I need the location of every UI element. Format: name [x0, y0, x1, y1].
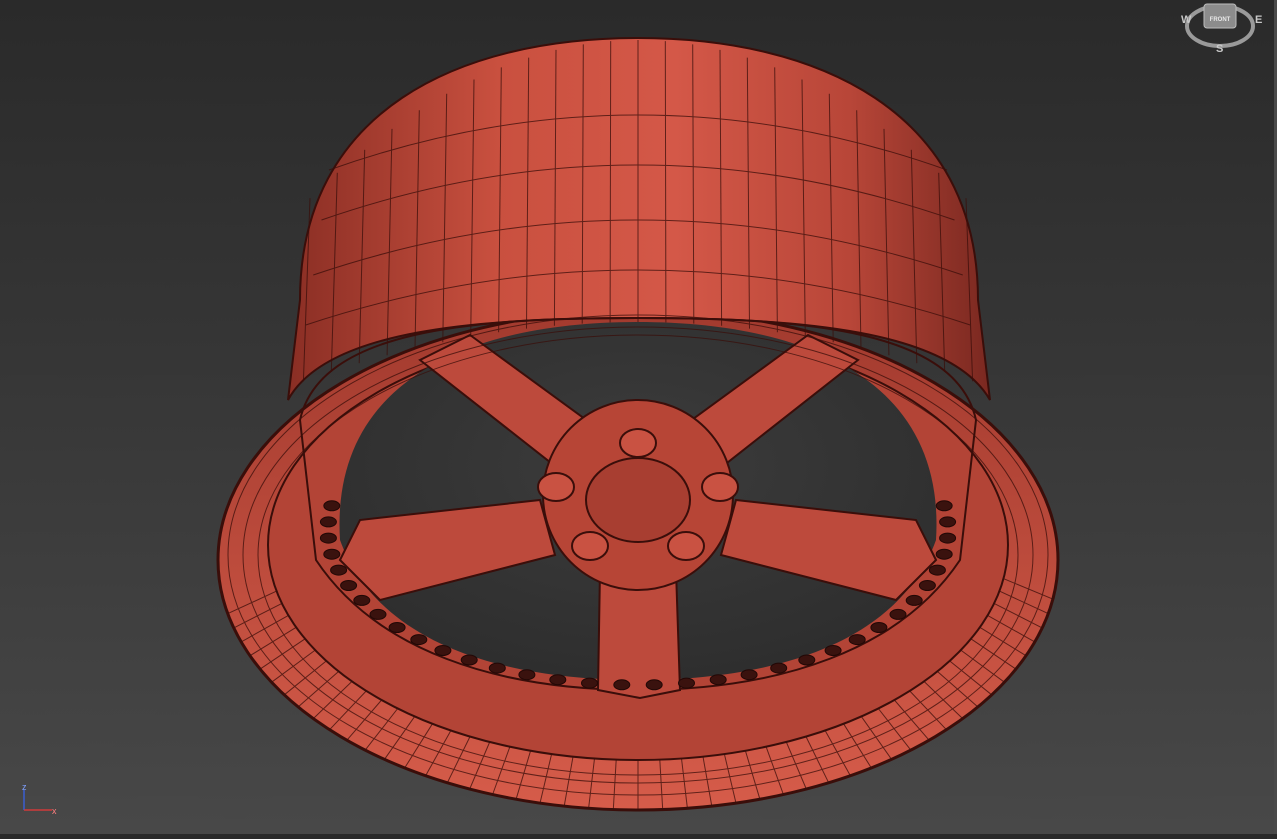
lip-bolt	[928, 564, 946, 576]
lip-bolt	[319, 532, 337, 544]
lug-nut	[571, 531, 609, 561]
lip-bolt	[460, 654, 478, 666]
lip-bolt	[939, 532, 957, 544]
lip-bolt	[323, 548, 341, 560]
lip-bolt	[369, 608, 387, 620]
3d-viewport[interactable]	[0, 0, 1277, 834]
lip-bolt	[770, 662, 788, 674]
lip-bolt	[678, 677, 695, 689]
lip-bolt	[340, 580, 358, 591]
lip-bolt	[889, 608, 907, 620]
lip-bolt	[323, 500, 341, 512]
viewcube-face[interactable]	[1203, 3, 1237, 29]
lip-bolt	[549, 674, 567, 686]
lip-bolt	[935, 548, 953, 560]
hub-center-cap	[585, 457, 691, 543]
lip-bolt	[645, 679, 663, 691]
lip-bolt	[353, 594, 371, 606]
z-axis-label: z	[22, 784, 27, 792]
compass-south[interactable]: S	[1216, 43, 1223, 55]
lip-bolt	[434, 645, 452, 656]
wire-line	[609, 41, 612, 323]
compass-east[interactable]: E	[1255, 14, 1262, 26]
viewcube[interactable]: FRONT W E S	[1167, 0, 1277, 60]
lip-bolt	[935, 500, 953, 512]
lip-bolt	[740, 669, 758, 681]
lip-bolt	[581, 677, 598, 689]
lip-bolt	[709, 674, 727, 686]
lip-bolt	[488, 662, 506, 674]
lip-bolt	[319, 516, 337, 528]
lug-nut	[667, 531, 705, 561]
lip-bolt	[388, 622, 406, 633]
lip-bolt	[939, 516, 957, 528]
lip-bolt	[798, 654, 816, 666]
lip-bolt	[613, 679, 631, 691]
x-axis-label: x	[52, 806, 57, 816]
lip-bolt	[870, 622, 888, 633]
axis-tripod: z x	[22, 784, 57, 816]
lip-bolt	[330, 564, 348, 576]
lug-nut	[701, 472, 739, 502]
lip-bolt	[848, 634, 866, 646]
lug-nut	[537, 472, 575, 502]
lip-bolt	[518, 669, 536, 681]
lug-nut	[619, 428, 657, 458]
lip-bolt	[905, 594, 923, 606]
lip-bolt	[918, 580, 936, 591]
wire-line	[664, 41, 667, 323]
lip-bolt	[410, 634, 428, 646]
wheel-rim-model[interactable]	[0, 0, 1277, 834]
lip-bolt	[824, 645, 842, 656]
viewcube-face-label: FRONT	[1210, 17, 1231, 23]
compass-west[interactable]: W	[1181, 14, 1192, 26]
